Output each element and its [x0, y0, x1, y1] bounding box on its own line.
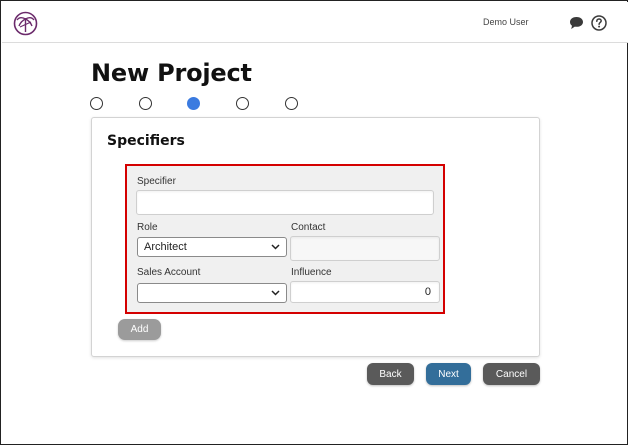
role-select[interactable]: Architect	[137, 237, 287, 257]
progress-stepper	[90, 97, 310, 111]
cancel-button[interactable]: Cancel	[483, 363, 540, 385]
section-title: Specifiers	[107, 133, 185, 149]
specifiers-card: Specifiers Specifier Role Architect Cont…	[91, 117, 540, 357]
step-2-indicator[interactable]	[139, 97, 152, 110]
contact-input[interactable]	[290, 236, 440, 261]
palm-logo-icon[interactable]	[13, 11, 38, 36]
step-4-indicator[interactable]	[236, 97, 249, 110]
specifier-form: Specifier Role Architect Contact Sales A…	[125, 164, 445, 314]
specifier-input[interactable]	[136, 190, 434, 215]
step-3-indicator[interactable]	[187, 97, 200, 110]
sales-account-select[interactable]	[137, 283, 287, 303]
step-5-indicator[interactable]	[285, 97, 298, 110]
add-button[interactable]: Add	[118, 319, 161, 340]
role-label: Role	[137, 222, 158, 233]
help-icon[interactable]	[591, 15, 607, 31]
back-button[interactable]: Back	[367, 363, 414, 385]
sales-account-label: Sales Account	[137, 267, 201, 278]
specifier-label: Specifier	[137, 176, 176, 187]
next-button[interactable]: Next	[426, 363, 471, 385]
influence-label: Influence	[291, 267, 332, 278]
chevron-down-icon	[271, 290, 280, 296]
app-window: Demo User New Project Specifiers Specifi…	[0, 0, 628, 445]
page-title: New Project	[91, 59, 252, 87]
chevron-down-icon	[271, 244, 280, 250]
role-selected-value: Architect	[144, 241, 187, 253]
contact-label: Contact	[291, 222, 326, 233]
step-1-indicator[interactable]	[90, 97, 103, 110]
influence-input[interactable]: 0	[290, 281, 440, 303]
user-name[interactable]: Demo User	[483, 17, 529, 27]
top-bar: Demo User	[2, 2, 628, 43]
chat-icon[interactable]	[569, 16, 584, 30]
